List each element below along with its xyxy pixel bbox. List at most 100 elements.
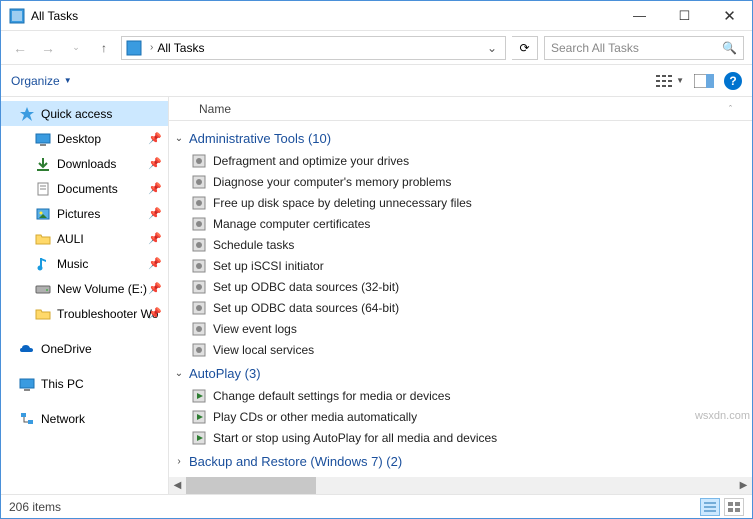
- task-icon: [191, 409, 207, 425]
- minimize-button[interactable]: —: [617, 1, 662, 30]
- pc-icon: [19, 376, 35, 392]
- large-icons-view-button[interactable]: [724, 498, 744, 516]
- list-item[interactable]: Set up ODBC data sources (64-bit): [173, 297, 752, 318]
- sidebar: Quick access Desktop 📌 Downloads 📌 Docum…: [1, 97, 169, 494]
- group-title: Administrative Tools (10): [189, 131, 331, 146]
- column-header-label: Name: [199, 102, 231, 116]
- list-item[interactable]: Change default settings for media or dev…: [173, 385, 752, 406]
- sidebar-downloads[interactable]: Downloads 📌: [1, 151, 168, 176]
- pin-icon: 📌: [148, 132, 162, 145]
- list-item[interactable]: Set up ODBC data sources (32-bit): [173, 276, 752, 297]
- list-item[interactable]: View local services: [173, 339, 752, 360]
- sidebar-item-label: New Volume (E:): [57, 282, 147, 296]
- list-item-label: Defragment and optimize your drives: [213, 154, 409, 168]
- details-view-button[interactable]: [700, 498, 720, 516]
- sidebar-desktop[interactable]: Desktop 📌: [1, 126, 168, 151]
- onedrive-icon: [19, 341, 35, 357]
- list-item-label: Change default settings for media or dev…: [213, 389, 450, 403]
- search-input[interactable]: Search All Tasks 🔍: [544, 36, 744, 60]
- task-icon: [191, 153, 207, 169]
- task-icon: [191, 279, 207, 295]
- list-item[interactable]: Schedule tasks: [173, 234, 752, 255]
- list-item-label: View local services: [213, 343, 314, 357]
- column-header-name[interactable]: Name ˆ: [169, 97, 752, 121]
- watermark: wsxdn.com: [695, 410, 750, 422]
- scroll-right-button[interactable]: ▶: [735, 480, 752, 491]
- address-text: All Tasks: [157, 41, 483, 55]
- pin-icon: 📌: [148, 282, 162, 295]
- view-options-button[interactable]: ▼: [656, 74, 684, 88]
- address-dropdown-icon[interactable]: ⌄: [483, 41, 501, 55]
- drive-icon: [35, 281, 51, 297]
- list-item[interactable]: Set up iSCSI initiator: [173, 255, 752, 276]
- organize-label: Organize: [11, 74, 60, 88]
- sidebar-item-label: Pictures: [57, 207, 100, 221]
- sidebar-this-pc[interactable]: This PC: [1, 371, 168, 396]
- chevron-down-icon: ▼: [64, 76, 72, 85]
- list-view-icon: [656, 74, 674, 88]
- forward-button[interactable]: →: [37, 37, 59, 59]
- expand-icon: ⌄: [173, 368, 185, 379]
- navbar: ← → ⌄ ↑ › All Tasks ⌄ ⟳ Search All Tasks…: [1, 31, 752, 65]
- network-icon: [19, 411, 35, 427]
- sidebar-quick-access[interactable]: Quick access: [1, 101, 168, 126]
- toolbar: Organize ▼ ▼ ?: [1, 65, 752, 97]
- content-pane: Name ˆ wsxdn.com ⌄ Administrative Tools (…: [169, 97, 752, 494]
- sidebar-troubleshooter[interactable]: Troubleshooter Wo 📌: [1, 301, 168, 326]
- list-item[interactable]: Manage computer certificates: [173, 213, 752, 234]
- sidebar-documents[interactable]: Documents 📌: [1, 176, 168, 201]
- up-button[interactable]: ↑: [93, 37, 115, 59]
- window-title: All Tasks: [31, 9, 617, 23]
- preview-pane-icon: [694, 74, 714, 88]
- list-item[interactable]: View event logs: [173, 318, 752, 339]
- sidebar-onedrive[interactable]: OneDrive: [1, 336, 168, 361]
- pin-icon: 📌: [148, 307, 162, 320]
- group-header[interactable]: ⌄ Administrative Tools (10): [173, 125, 752, 150]
- sidebar-network[interactable]: Network: [1, 406, 168, 431]
- list-item-label: Set up ODBC data sources (32-bit): [213, 280, 399, 294]
- back-button[interactable]: ←: [9, 37, 31, 59]
- chevron-right-icon[interactable]: ›: [146, 42, 157, 53]
- list-item[interactable]: Free up disk space by deleting unnecessa…: [173, 192, 752, 213]
- horizontal-scrollbar[interactable]: ◀ ▶: [169, 477, 752, 494]
- scroll-left-button[interactable]: ◀: [169, 480, 186, 491]
- preview-pane-button[interactable]: [694, 74, 714, 88]
- recent-dropdown[interactable]: ⌄: [65, 37, 87, 59]
- maximize-button[interactable]: ☐: [662, 1, 707, 30]
- organize-button[interactable]: Organize ▼: [11, 74, 72, 88]
- sidebar-auli[interactable]: AULI 📌: [1, 226, 168, 251]
- sidebar-new-volume[interactable]: New Volume (E:) 📌: [1, 276, 168, 301]
- address-bar[interactable]: › All Tasks ⌄: [121, 36, 506, 60]
- chevron-down-icon: ▼: [676, 76, 684, 85]
- sidebar-pictures[interactable]: Pictures 📌: [1, 201, 168, 226]
- expand-icon: ›: [173, 456, 185, 467]
- list-item[interactable]: Diagnose your computer's memory problems: [173, 171, 752, 192]
- list-item[interactable]: Play CDs or other media automatically: [173, 406, 752, 427]
- task-icon: [191, 430, 207, 446]
- task-icon: [191, 300, 207, 316]
- list-item[interactable]: Defragment and optimize your drives: [173, 150, 752, 171]
- help-button[interactable]: ?: [724, 72, 742, 90]
- refresh-button[interactable]: ⟳: [512, 36, 538, 60]
- task-icon: [191, 237, 207, 253]
- task-icon: [191, 174, 207, 190]
- status-item-count: 206 items: [9, 500, 61, 514]
- close-button[interactable]: ✕: [707, 1, 752, 30]
- list-item-label: View event logs: [213, 322, 297, 336]
- list-item[interactable]: Start or stop using AutoPlay for all med…: [173, 427, 752, 448]
- group-header[interactable]: ⌄ AutoPlay (3): [173, 360, 752, 385]
- sidebar-music[interactable]: Music 📌: [1, 251, 168, 276]
- folder-icon: [35, 231, 51, 247]
- scroll-thumb[interactable]: [186, 477, 316, 494]
- list-item-label: Free up disk space by deleting unnecessa…: [213, 196, 472, 210]
- task-icon: [191, 216, 207, 232]
- documents-icon: [35, 181, 51, 197]
- task-icon: [191, 195, 207, 211]
- sidebar-item-label: Music: [57, 257, 88, 271]
- expand-icon: ⌄: [173, 133, 185, 144]
- task-icon: [191, 388, 207, 404]
- scroll-track[interactable]: [186, 477, 735, 494]
- group-title: AutoPlay (3): [189, 366, 261, 381]
- sidebar-item-label: Network: [41, 412, 85, 426]
- group-header[interactable]: ›Backup and Restore (Windows 7) (2): [173, 448, 752, 473]
